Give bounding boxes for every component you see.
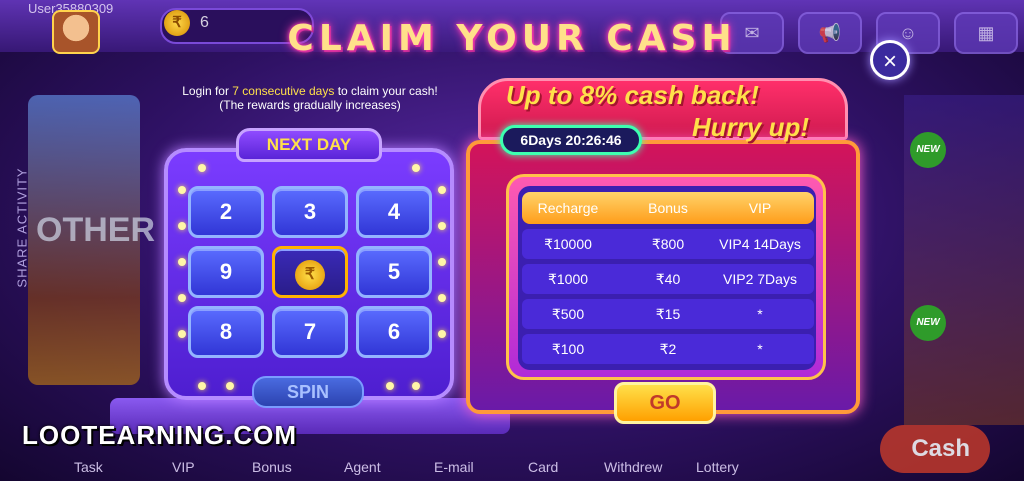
new-badge: NEW: [910, 132, 946, 168]
cell-vip: *: [757, 341, 763, 357]
new-badge: NEW: [910, 305, 946, 341]
day-cell[interactable]: 2: [188, 186, 264, 238]
nav-email[interactable]: E-mail: [434, 459, 474, 475]
nav-card[interactable]: Card: [528, 459, 558, 475]
nav-vip[interactable]: VIP: [172, 459, 195, 475]
header-bonus: Bonus: [648, 200, 688, 216]
day-cell[interactable]: 9: [188, 246, 264, 298]
day-cell[interactable]: 3: [272, 186, 348, 238]
go-button[interactable]: GO: [614, 382, 716, 424]
cell-recharge: ₹500: [551, 306, 585, 322]
spin-button[interactable]: SPIN: [252, 376, 364, 408]
day-cell[interactable]: 6: [356, 306, 432, 358]
share-activity-tab[interactable]: SHARE ACTIVITY: [15, 167, 30, 287]
cell-recharge: ₹10000: [544, 236, 592, 252]
cashback-headline: Up to 8% cash back!: [506, 80, 759, 110]
cell-recharge: ₹1000: [547, 271, 589, 287]
header-vip: VIP: [748, 200, 772, 216]
cell-vip: *: [757, 306, 763, 322]
cell-bonus: ₹2: [659, 341, 677, 357]
cell-bonus: ₹15: [655, 306, 681, 322]
day-grid: 2 3 4 9 ₹ 5 8 7 6: [188, 186, 436, 364]
nav-bonus[interactable]: Bonus: [252, 459, 292, 475]
cell-bonus: ₹40: [655, 271, 681, 287]
close-button[interactable]: ×: [870, 40, 910, 80]
current-day-cell[interactable]: ₹: [272, 246, 348, 298]
cell-vip: VIP4 14Days: [719, 236, 801, 252]
cell-bonus: ₹800: [651, 236, 685, 252]
hurry-up-label: Hurry up!: [692, 112, 809, 142]
nav-task[interactable]: Task: [74, 459, 103, 475]
bottom-nav: Task VIP Bonus Agent E-mail Card Withdre…: [60, 455, 760, 481]
day-cell[interactable]: 5: [356, 246, 432, 298]
nav-withdrew[interactable]: Withdrew: [604, 459, 662, 475]
rupee-coin-icon: ₹: [295, 260, 325, 290]
header-recharge: Recharge: [537, 200, 599, 216]
watermark: LOOTEARNING.COM: [22, 420, 297, 450]
cell-vip: VIP2 7Days: [723, 271, 797, 287]
countdown-timer: 6Days 20:26:46: [500, 125, 642, 155]
next-day-label: NEXT DAY: [236, 128, 382, 162]
day-cell[interactable]: 4: [356, 186, 432, 238]
login-description: Login for 7 consecutive days to claim yo…: [182, 84, 438, 112]
day-cell[interactable]: 8: [188, 306, 264, 358]
cash-button[interactable]: Cash: [880, 425, 990, 473]
nav-lottery[interactable]: Lottery: [696, 459, 739, 475]
day-cell[interactable]: 7: [272, 306, 348, 358]
nav-agent[interactable]: Agent: [344, 459, 381, 475]
cell-recharge: ₹100: [551, 341, 585, 357]
